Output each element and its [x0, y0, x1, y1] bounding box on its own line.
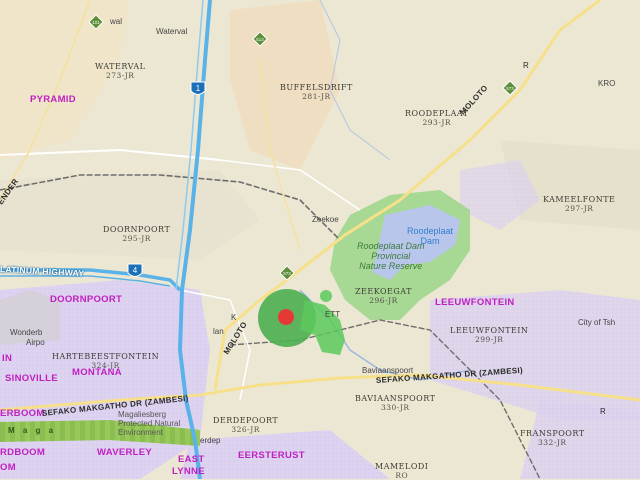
farm-label-derdepoort: DERDEPOORT 326-JR [213, 416, 279, 434]
place-label-zeekoe: Zeekoe [312, 215, 339, 224]
place-label-wonderboom: Wonderb [10, 328, 43, 337]
suburb-label-rdboom: RDBOOM [0, 447, 46, 458]
farm-label-baviaanspoort: BAVIAANSPOORT 330-JR [355, 394, 436, 412]
farm-label-doornpoort: DOORNPOORT 295-JR [103, 225, 171, 243]
n4-route-shield-icon: 4 [127, 263, 143, 277]
farm-label-buffelsdrift: BUFFELSDRIFT 281-JR [280, 83, 353, 101]
suburb-label-sinoville: SINOVILLE [5, 373, 58, 384]
study-area-extent [320, 290, 332, 302]
n1-route-shield-icon: 1 [190, 81, 206, 95]
farm-label-waterval: WATERVAL 273-JR [95, 62, 146, 80]
suburb-label-waverley: WAVERLEY [97, 447, 153, 458]
svg-text:573: 573 [283, 271, 291, 276]
suburb-label-erboom: ERBOOM [0, 408, 45, 419]
suburb-label-pyramid: PYRAMID [30, 94, 76, 105]
route-label-r-top: R [523, 61, 530, 70]
suburb-label-doornpoort: DOORNPOORT [50, 294, 123, 305]
study-point-marker [278, 309, 294, 325]
suburb-label-montana: MONTANA [72, 367, 122, 378]
protected-band-label: M a g a [8, 426, 57, 435]
suburb-label-eersterust: EERSTERUST [238, 450, 305, 461]
suburb-label-leeuwfontein: LEEUWFONTEIN [435, 297, 515, 308]
route-label-r-right: R [600, 407, 607, 416]
protected-label-magaliesberg: Magaliesberg Protected Natural Environment [118, 410, 181, 438]
place-label-waterval: Waterval [156, 27, 188, 36]
place-label-baviaanspoort: Baviaanspoort [362, 366, 414, 375]
suburb-label-lynne: LYNNE [172, 466, 205, 477]
suburb-label-east: EAST [178, 454, 205, 465]
place-label-airport: Airpo [26, 338, 45, 347]
place-label-ett: ETT [325, 310, 341, 319]
svg-text:1: 1 [196, 84, 201, 93]
farm-label-leeuwfontein: LEEUWFONTEIN 299-JR [450, 326, 529, 344]
farm-label-roodeplaat: ROODEPLAAT 293-JR [405, 109, 469, 127]
route-badge-icon: 513 [252, 31, 268, 47]
place-label-city: City of Tsh [578, 318, 616, 327]
place-label-k: K [231, 313, 237, 322]
place-label-derdep: erdep [200, 436, 221, 445]
farm-label-zeekoegat: ZEEKOEGAT 296-JR [355, 287, 412, 305]
svg-text:4: 4 [133, 266, 138, 275]
farm-label-mamelodi: MAMELODI RO [375, 462, 429, 480]
farm-label-kameelfontein: KAMEELFONTE 297-JR [543, 195, 616, 213]
svg-text:101: 101 [92, 20, 100, 25]
svg-text:513: 513 [256, 37, 264, 42]
place-label-wal: wal [110, 17, 123, 26]
map-canvas[interactable]: WATERVAL 273-JR BUFFELSDRIFT 281-JR ROODEP… [0, 0, 640, 479]
water-label-roodeplaat-dam: Roodeplaat Dam [407, 226, 454, 246]
place-label-kro: KRO [598, 79, 616, 88]
route-badge-icon: 573 [502, 80, 518, 96]
svg-text:573: 573 [506, 86, 514, 91]
place-label-lan: lan [213, 327, 224, 336]
suburb-label-om: OM [0, 462, 16, 473]
farm-label-franspoort: FRANSPOORT 332-JR [520, 429, 585, 447]
route-badge-icon: 101 [88, 14, 104, 30]
route-badge-icon: 573 [279, 265, 295, 281]
suburb-label-in: IN [2, 353, 13, 364]
